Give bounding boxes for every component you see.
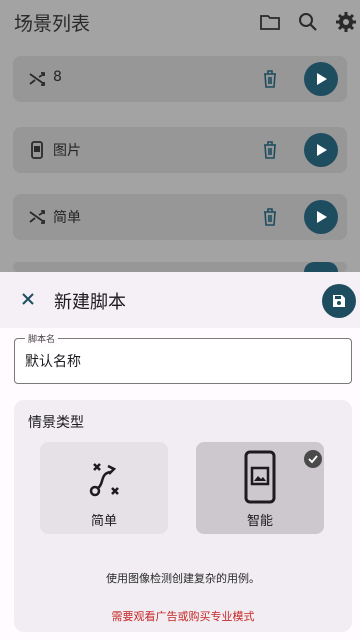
list-item xyxy=(13,262,347,272)
sheet-header: 新建脚本 xyxy=(0,272,360,328)
scenario-list-screen: 场景列表 8 图片 简单 xyxy=(0,0,360,272)
sheet-title: 新建脚本 xyxy=(54,292,126,313)
script-name-input[interactable] xyxy=(15,339,351,383)
play-button[interactable] xyxy=(304,133,338,167)
scenario-type-card: 情景类型 简单 智能 使用图像检测创建复杂的用例。 需要观看广告或购买专业模式 xyxy=(14,400,352,632)
flow-path-icon xyxy=(89,463,119,497)
scenario-name: 简单 xyxy=(53,210,81,226)
shuffle-icon xyxy=(27,207,47,227)
list-item[interactable]: 图片 xyxy=(13,127,347,173)
search-icon[interactable] xyxy=(296,10,320,34)
delete-icon[interactable] xyxy=(260,68,280,90)
shuffle-icon xyxy=(27,69,47,89)
folder-icon[interactable] xyxy=(258,10,282,34)
list-item[interactable]: 简单 xyxy=(13,194,347,240)
type-option-label: 简单 xyxy=(90,514,117,529)
phone-image-icon xyxy=(27,140,47,160)
play-button xyxy=(304,262,338,272)
close-icon[interactable] xyxy=(17,288,39,310)
play-button[interactable] xyxy=(304,62,338,96)
scenario-type-title: 情景类型 xyxy=(28,415,84,431)
delete-icon[interactable] xyxy=(260,139,280,161)
check-circle-icon xyxy=(304,450,322,468)
type-option-label: 智能 xyxy=(246,514,273,529)
app-bar: 场景列表 xyxy=(0,0,360,44)
type-description: 使用图像检测创建复杂的用例。 xyxy=(106,572,260,585)
list-item[interactable]: 8 xyxy=(13,56,347,102)
scenario-name: 8 xyxy=(53,69,62,85)
page-title: 场景列表 xyxy=(14,13,91,35)
scenario-name: 图片 xyxy=(53,143,81,159)
script-name-field[interactable]: 脚本名 xyxy=(14,332,352,384)
type-option-simple[interactable]: 简单 xyxy=(40,442,168,534)
phone-image-icon xyxy=(244,450,276,504)
gear-icon[interactable] xyxy=(334,10,358,34)
save-button[interactable] xyxy=(322,284,356,318)
delete-icon[interactable] xyxy=(260,206,280,228)
play-button[interactable] xyxy=(304,200,338,234)
pro-warning[interactable]: 需要观看广告或购买专业模式 xyxy=(14,608,352,624)
